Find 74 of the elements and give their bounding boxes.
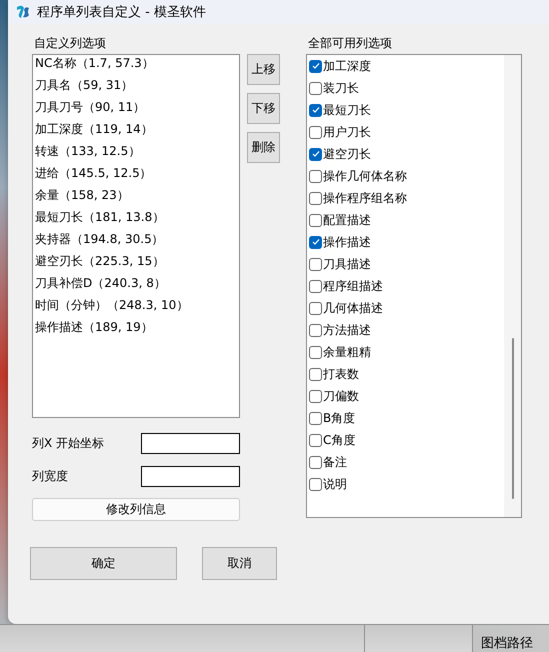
checkbox-item[interactable]: 刀具描述 xyxy=(307,253,504,275)
checkbox-item[interactable]: 最短刀长 xyxy=(307,99,504,121)
checkbox[interactable] xyxy=(309,368,322,380)
checkbox[interactable] xyxy=(309,214,322,226)
checkbox[interactable] xyxy=(309,324,322,336)
checkbox[interactable] xyxy=(309,434,322,446)
check-icon xyxy=(312,106,320,114)
checkbox-item[interactable]: 操作程序组名称 xyxy=(307,187,504,209)
checkbox-item[interactable]: 几何体描述 xyxy=(307,297,504,319)
checkbox[interactable] xyxy=(309,258,322,270)
checkbox[interactable] xyxy=(309,60,322,72)
input-field[interactable] xyxy=(141,433,240,454)
checkbox-item[interactable]: 装刀长 xyxy=(307,77,504,99)
checkbox[interactable] xyxy=(309,456,322,468)
checkbox-item[interactable]: 操作描述 xyxy=(307,231,504,253)
checkbox-item[interactable]: 说明 xyxy=(307,473,504,495)
scrollbar-thumb[interactable] xyxy=(512,338,514,499)
checkbox-item[interactable]: 程序组描述 xyxy=(307,275,504,297)
logo-icon xyxy=(15,4,31,20)
ok-button[interactable]: 确定 xyxy=(30,547,177,580)
input-field[interactable] xyxy=(141,466,240,487)
checkbox[interactable] xyxy=(309,170,322,182)
modify-button[interactable]: 修改列信息 xyxy=(32,498,240,521)
checkbox[interactable] xyxy=(309,302,322,314)
list-item[interactable]: 刀具补偿D（240.3, 8） xyxy=(33,275,239,297)
field-label: 列宽度 xyxy=(32,468,68,485)
check-icon xyxy=(312,62,320,70)
checkbox[interactable] xyxy=(309,280,322,292)
field-label: 列X 开始坐标 xyxy=(32,435,104,452)
list-item[interactable]: 刀具名（59, 31） xyxy=(33,77,239,99)
window-title: 程序单列表自定义 - 模圣软件 xyxy=(37,4,206,21)
list-item[interactable]: 夹持器（194.8, 30.5） xyxy=(33,231,239,253)
checkbox-item[interactable]: 打表数 xyxy=(307,363,504,385)
checkbox-item[interactable]: 刀偏数 xyxy=(307,385,504,407)
checkbox-item[interactable]: C角度 xyxy=(307,429,504,451)
checkbox-item[interactable]: 加工深度 xyxy=(307,55,504,77)
checkbox[interactable] xyxy=(309,390,322,402)
column-header: 图档路径 xyxy=(480,635,533,652)
checkbox-item[interactable]: B角度 xyxy=(307,407,504,429)
list-item[interactable]: NC名称（1.7, 57.3） xyxy=(33,55,239,77)
checkbox-item[interactable]: 配置描述 xyxy=(307,209,504,231)
column-listbox[interactable]: NC名称（1.7, 57.3） 刀具名（59, 31） 刀具刀号（90, 11） 加工深度（119, 14） 转速（133, 12.5） 进给（145.5, 12.5） 余量（158, 23） 最短刀长（181, 13.8） 夹持器（194.8, 30.5） 避空刃长（225.3, 15） 刀具补偿D（240.3, 8） 时间（分钟）（248.3, 10） 操作描述（189, 19） xyxy=(32,54,240,418)
check-icon xyxy=(312,150,320,158)
check-icon xyxy=(312,238,320,246)
checkbox[interactable] xyxy=(309,192,322,204)
cancel-button[interactable]: 取消 xyxy=(202,547,277,580)
checkbox[interactable] xyxy=(309,126,322,138)
checkbox[interactable] xyxy=(309,148,322,160)
checkbox-item[interactable]: 避空刃长 xyxy=(307,143,504,165)
list-item[interactable]: 转速（133, 12.5） xyxy=(33,143,239,165)
checkbox-item[interactable]: 操作几何体名称 xyxy=(307,165,504,187)
list-item[interactable]: 操作描述（189, 19） xyxy=(33,319,239,341)
checkbox[interactable] xyxy=(309,104,322,116)
checkbox[interactable] xyxy=(309,82,322,94)
checkbox[interactable] xyxy=(309,478,322,490)
checkbox[interactable] xyxy=(309,412,322,424)
checkbox-item[interactable]: 用户刀长 xyxy=(307,121,504,143)
list-item[interactable]: 时间（分钟）（248.3, 10） xyxy=(33,297,239,319)
list-item[interactable]: 进给（145.5, 12.5） xyxy=(33,165,239,187)
section-label: 全部可用列选项 xyxy=(307,36,393,52)
list-item[interactable]: 最短刀长（181, 13.8） xyxy=(33,209,239,231)
move-button[interactable]: 上移 xyxy=(247,54,280,85)
checkbox-item[interactable]: 方法描述 xyxy=(307,319,504,341)
list-item[interactable]: 刀具刀号（90, 11） xyxy=(33,99,239,121)
list-item[interactable]: 避空刃长（225.3, 15） xyxy=(33,253,239,275)
section-label: 自定义列选项 xyxy=(33,36,107,52)
move-button[interactable]: 下移 xyxy=(247,93,280,124)
checkbox-item[interactable]: 备注 xyxy=(307,451,504,473)
checkbox[interactable] xyxy=(309,346,322,358)
list-item[interactable]: 余量（158, 23） xyxy=(33,187,239,209)
checkbox-item[interactable]: 余量粗精 xyxy=(307,341,504,363)
checkbox[interactable] xyxy=(309,236,322,248)
move-button[interactable]: 删除 xyxy=(247,132,280,163)
list-item[interactable]: 加工深度（119, 14） xyxy=(33,121,239,143)
